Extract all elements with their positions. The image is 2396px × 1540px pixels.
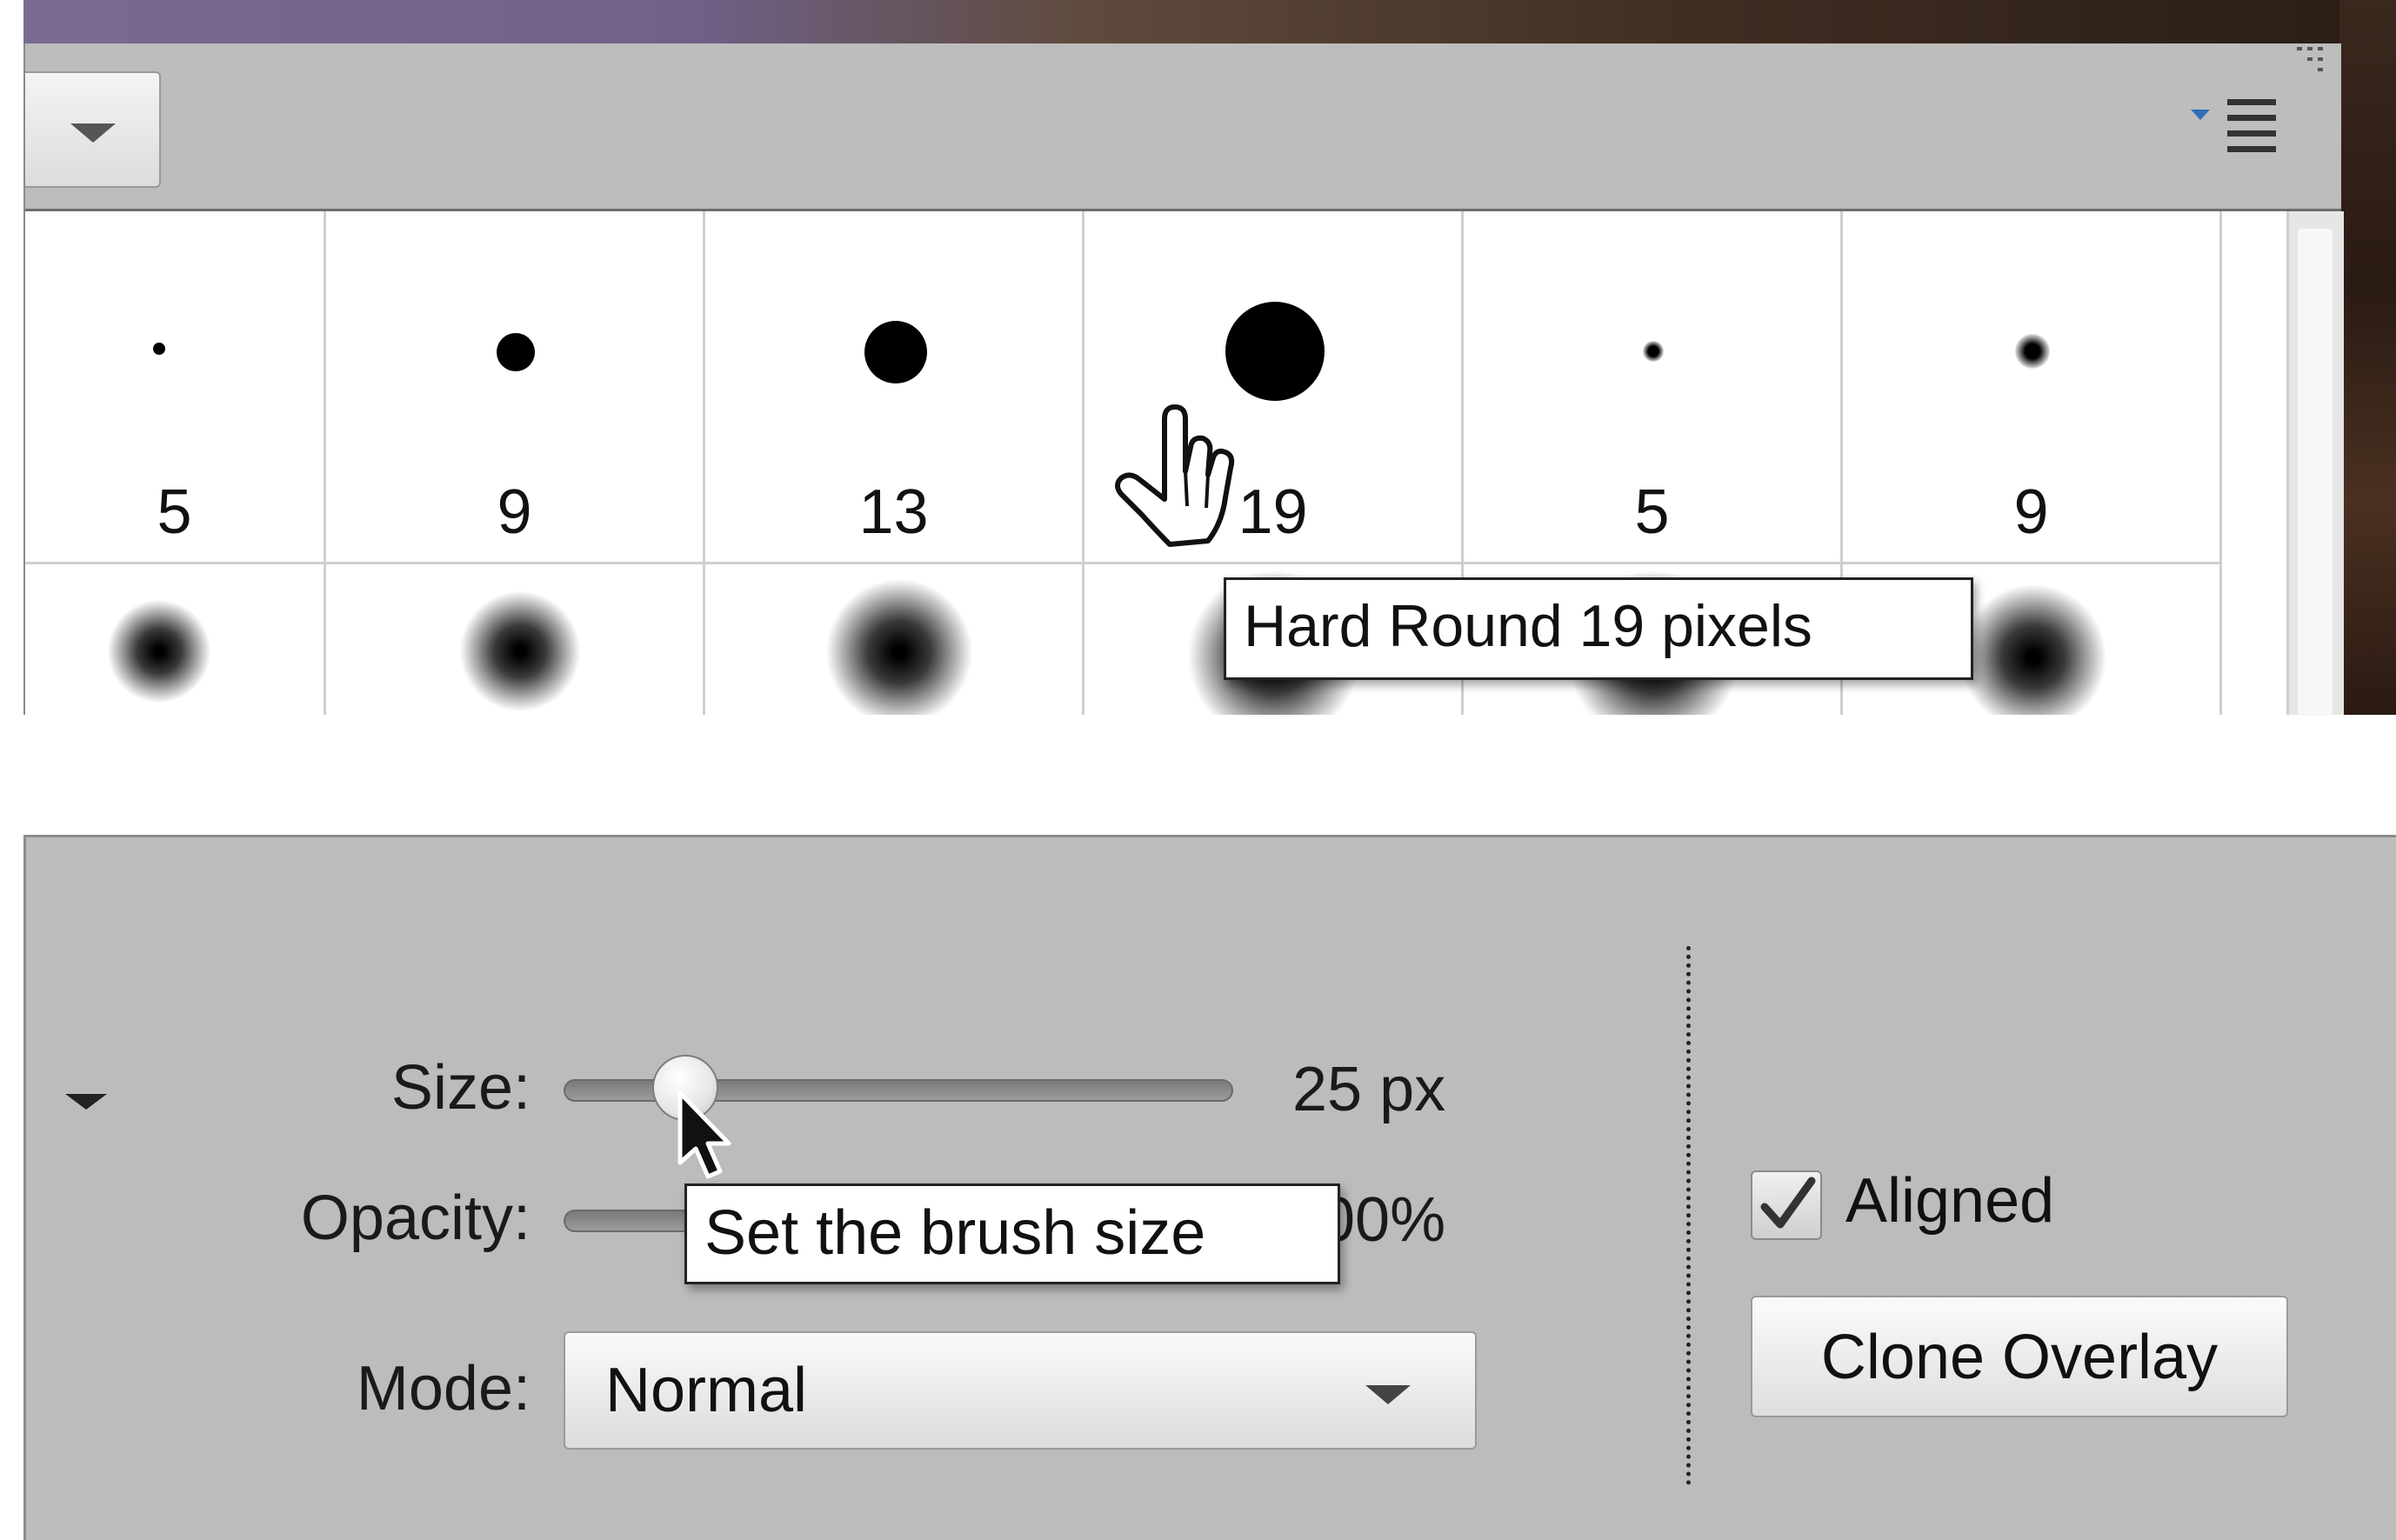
mode-select-value: Normal (605, 1356, 808, 1425)
brush-preset[interactable]: 9 (1843, 211, 2222, 564)
soft-brush-tip-icon (459, 590, 581, 712)
checkmark-icon (1760, 1177, 1816, 1229)
chevron-down-icon (1365, 1385, 1411, 1404)
size-value: 25 px (1292, 1055, 1446, 1124)
brush-size-label: 13 (858, 477, 929, 547)
scrollbar-thumb[interactable] (2298, 229, 2333, 716)
brush-grid-scrollbar[interactable] (2286, 211, 2344, 716)
aligned-checkbox[interactable] (1751, 1170, 1822, 1240)
collapse-triangle-icon[interactable] (65, 1094, 107, 1110)
clone-overlay-button[interactable]: Clone Overlay (1751, 1296, 2288, 1417)
photo-canvas-edge (23, 0, 2396, 43)
soft-brush-tip-icon (825, 578, 973, 715)
hard-brush-tip-icon (153, 343, 165, 355)
soft-brush-tip-icon (107, 599, 211, 703)
hard-brush-tip-icon (864, 321, 927, 383)
brush-picker-header (25, 43, 2341, 211)
brush-preset[interactable]: 5 (25, 211, 326, 564)
photo-canvas-edge-right (2339, 0, 2396, 715)
brush-preset[interactable] (326, 564, 705, 715)
brush-preset[interactable] (705, 564, 1085, 715)
mode-select[interactable]: Normal (564, 1331, 1477, 1450)
resize-grip-icon[interactable] (2295, 43, 2330, 78)
aligned-label: Aligned (1845, 1166, 2055, 1236)
brush-size-label: 5 (1634, 477, 1670, 547)
brush-preset[interactable] (25, 564, 326, 715)
brush-preset[interactable]: 5 (1464, 211, 1843, 564)
hand-pointer-cursor-icon (1115, 404, 1235, 547)
soft-brush-tip-icon (1959, 583, 2107, 715)
brush-size-label: 5 (157, 477, 192, 547)
tool-options-panel: Size: 25 px Opacity: 00% Set the brush s… (23, 835, 2396, 1540)
brush-preset-dropdown-button[interactable] (25, 71, 161, 188)
brush-size-label: 9 (2013, 477, 2049, 547)
brush-picker-panel: 5 9 13 19 5 9 Hard Round 19 pixels (23, 43, 2344, 716)
brush-preset[interactable]: 13 (705, 211, 1085, 564)
arrow-pointer-cursor-icon (677, 1090, 731, 1179)
size-tooltip: Set the brush size (684, 1183, 1340, 1284)
brush-size-label: 9 (497, 477, 532, 547)
hard-brush-tip-icon (1225, 302, 1325, 401)
soft-brush-tip-icon (2015, 334, 2050, 369)
section-divider (1686, 946, 1691, 1485)
opacity-label: Opacity: (300, 1183, 531, 1253)
hard-brush-tip-icon (497, 333, 535, 371)
mode-label: Mode: (356, 1354, 531, 1423)
chevron-down-icon (70, 123, 116, 143)
panel-menu-icon[interactable] (2191, 94, 2286, 163)
brush-preset[interactable]: 9 (326, 211, 705, 564)
size-label: Size: (390, 1053, 531, 1123)
brush-name-tooltip: Hard Round 19 pixels (1224, 577, 1973, 680)
soft-brush-tip-icon (1643, 341, 1664, 362)
